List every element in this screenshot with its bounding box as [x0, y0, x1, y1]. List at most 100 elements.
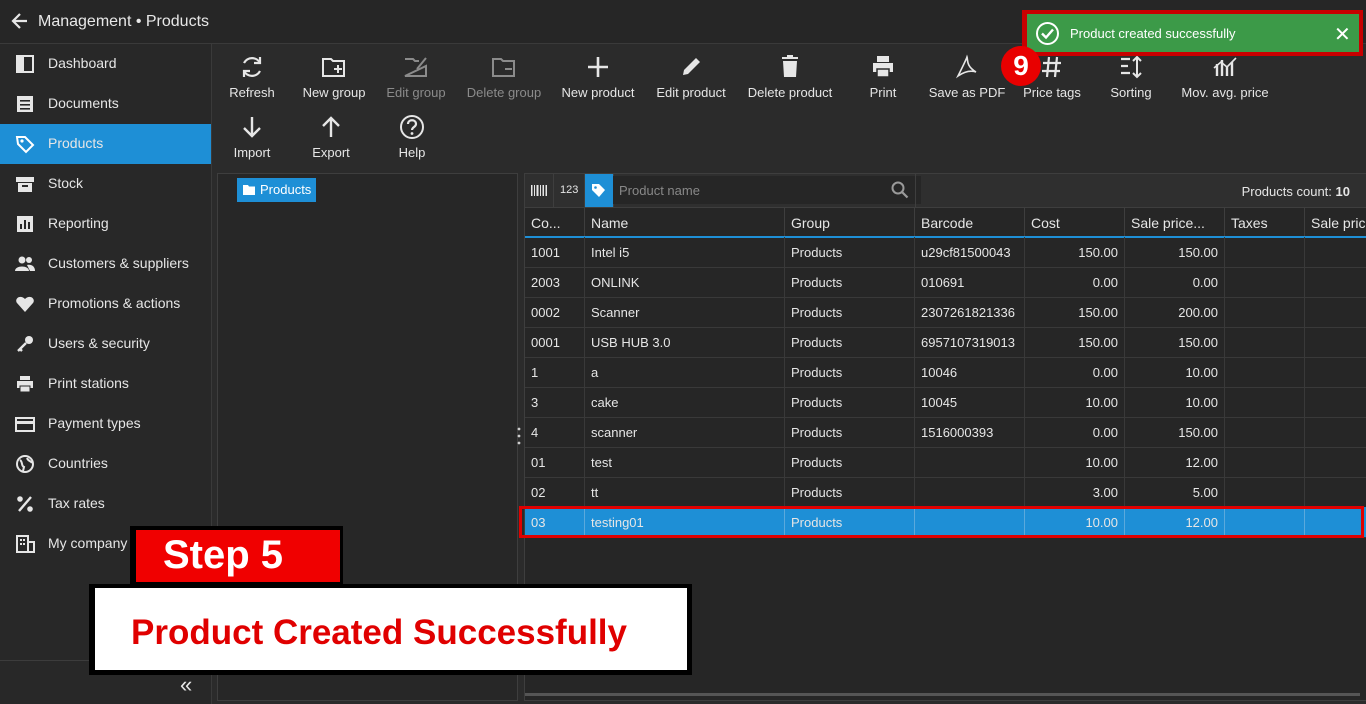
sidebar-item-promotions[interactable]: Promotions & actions [0, 284, 211, 324]
barcode-filter-button[interactable] [525, 174, 554, 207]
table-row[interactable]: 01 test Products 10.00 12.00 [525, 447, 1366, 478]
cell-group: Products [791, 395, 843, 410]
horizontal-scrollbar[interactable] [525, 693, 1360, 696]
table-row[interactable]: 1 a Products 10046 0.00 10.00 [525, 357, 1366, 388]
search-input[interactable] [613, 176, 921, 204]
sidebar-item-tax-rates[interactable]: Tax rates [0, 484, 211, 524]
close-icon[interactable]: ✕ [1334, 22, 1351, 47]
delete-product-button[interactable]: Delete product [745, 54, 835, 110]
edit-product-button[interactable]: Edit product [646, 54, 736, 110]
column-header-code[interactable]: Co... [531, 215, 583, 231]
cell-cost: 0.00 [1092, 425, 1118, 440]
new-folder-icon [322, 58, 345, 77]
check-circle-icon [1036, 22, 1059, 45]
column-grid-line [1024, 297, 1025, 327]
table-row[interactable]: 1001 Intel i5 Products u29cf81500043 150… [525, 237, 1366, 268]
cell-group: Products [791, 425, 843, 440]
cell-cost: 0.00 [1092, 275, 1118, 290]
column-header-cost[interactable]: Cost [1031, 215, 1060, 231]
column-grid-line [1124, 447, 1125, 477]
column-divider[interactable] [1124, 208, 1125, 236]
cell-cost: 150.00 [1078, 305, 1118, 320]
sidebar-item-label: Dashboard [48, 55, 117, 71]
sidebar-item-label: Users & security [48, 335, 150, 351]
arrow-down-icon [243, 117, 261, 138]
column-divider[interactable] [1024, 208, 1025, 236]
help-button[interactable]: Help [367, 114, 457, 170]
sidebar-item-label: Payment types [48, 415, 141, 431]
column-divider[interactable] [784, 208, 785, 236]
sorting-button[interactable]: Sorting [1086, 54, 1176, 110]
import-button[interactable]: Import [207, 114, 297, 170]
sorting-label: Sorting [1110, 85, 1152, 100]
table-row[interactable]: 4 scanner Products 1516000393 0.00 150.0… [525, 417, 1366, 448]
table-row[interactable]: 3 cake Products 10045 10.00 10.00 [525, 387, 1366, 418]
refresh-button[interactable]: Refresh [207, 54, 297, 110]
new-group-label: New group [302, 85, 366, 100]
table-row[interactable]: 2003 ONLINK Products 010691 0.00 0.00 [525, 267, 1366, 298]
cell-code: 2003 [531, 275, 560, 290]
sidebar-item-payment-types[interactable]: Payment types [0, 404, 211, 444]
column-header-group[interactable]: Group [791, 215, 830, 231]
column-grid-line [1024, 357, 1025, 387]
back-arrow-icon[interactable] [10, 9, 30, 33]
table-row[interactable]: 02 tt Products 3.00 5.00 [525, 477, 1366, 508]
column-header-name[interactable]: Name [591, 215, 628, 231]
column-grid-line [914, 297, 915, 327]
column-divider[interactable] [1224, 208, 1225, 236]
sidebar-item-stock[interactable]: Stock [0, 164, 211, 204]
column-grid-line [1224, 297, 1225, 327]
cell-group: Products [791, 335, 843, 350]
pdf-icon [955, 54, 977, 79]
export-button[interactable]: Export [286, 114, 376, 170]
tag-icon [15, 136, 35, 154]
sidebar-item-dashboard[interactable]: Dashboard [0, 44, 211, 84]
cell-sale-price: 150.00 [1178, 425, 1218, 440]
new-product-button[interactable]: New product [553, 54, 643, 110]
column-grid-line [914, 417, 915, 447]
sidebar-item-countries[interactable]: Countries [0, 444, 211, 484]
search-icon[interactable] [891, 181, 909, 199]
sidebar-item-products[interactable]: Products [0, 124, 211, 164]
column-header-barcode[interactable]: Barcode [921, 215, 973, 231]
column-divider[interactable] [584, 208, 585, 236]
column-divider[interactable] [914, 208, 915, 236]
mov-avg-price-button[interactable]: Mov. avg. price [1180, 54, 1270, 110]
help-icon [400, 115, 424, 139]
column-grid-line [784, 477, 785, 507]
column-grid-line [1024, 387, 1025, 417]
sidebar-item-documents[interactable]: Documents [0, 84, 211, 124]
table-row[interactable]: 0002 Scanner Products 2307261821336 150.… [525, 297, 1366, 328]
code-filter-button[interactable]: 123 [554, 174, 585, 207]
table-row[interactable]: 0001 USB HUB 3.0 Products 6957107319013 … [525, 327, 1366, 358]
sidebar-item-customers-suppliers[interactable]: Customers & suppliers [0, 244, 211, 284]
column-header-sale-price-2[interactable]: Sale pric [1311, 215, 1366, 231]
print-button[interactable]: Print [838, 54, 928, 110]
splitter-handle[interactable] [517, 426, 521, 446]
cell-sale-price: 12.00 [1185, 455, 1218, 470]
sidebar-item-reporting[interactable]: Reporting [0, 204, 211, 244]
sidebar-item-label: Print stations [48, 375, 129, 391]
import-label: Import [233, 145, 271, 160]
name-filter-button[interactable] [585, 174, 614, 207]
collapse-sidebar-icon[interactable]: « [180, 672, 192, 698]
globe-icon [16, 455, 34, 473]
cell-sale-price: 10.00 [1185, 365, 1218, 380]
print-label: Print [869, 85, 897, 100]
delete-group-button[interactable]: Delete group [459, 54, 549, 110]
sidebar-item-users-security[interactable]: Users & security [0, 324, 211, 364]
cell-barcode: 010691 [921, 275, 965, 290]
column-header-taxes[interactable]: Taxes [1231, 215, 1268, 231]
cell-barcode: u29cf81500043 [921, 245, 1011, 260]
new-group-button[interactable]: New group [289, 54, 379, 110]
column-grid-line [1224, 417, 1225, 447]
column-header-sale-price[interactable]: Sale price... [1131, 215, 1205, 231]
sidebar-item-print-stations[interactable]: Print stations [0, 364, 211, 404]
tag-icon [592, 184, 605, 197]
column-grid-line [784, 447, 785, 477]
cell-name: Scanner [591, 305, 640, 320]
save-as-pdf-button[interactable]: Save as PDF [922, 54, 1012, 110]
column-divider[interactable] [1304, 208, 1305, 236]
sidebar-item-label: Stock [48, 175, 84, 191]
edit-group-button[interactable]: Edit group [371, 54, 461, 110]
